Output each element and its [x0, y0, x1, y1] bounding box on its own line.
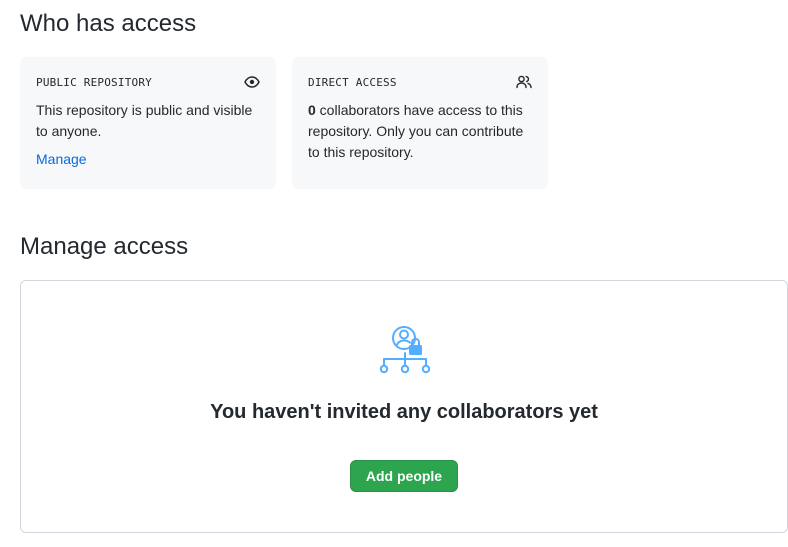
public-repository-description: This repository is public and visible to…	[36, 102, 253, 139]
people-icon	[516, 74, 532, 90]
manage-access-heading: Manage access	[20, 233, 189, 260]
who-has-access-heading: Who has access	[20, 10, 197, 37]
public-repository-card: PUBLIC REPOSITORY This repository is pub…	[20, 57, 276, 189]
eye-icon	[244, 74, 260, 90]
direct-access-card: DIRECT ACCESS 0 collaborators have acces…	[292, 57, 548, 189]
direct-access-text: collaborators have access to this reposi…	[308, 102, 524, 160]
collaborators-empty-state: You haven't invited any collaborators ye…	[20, 280, 788, 533]
direct-access-description: 0 collaborators have access to this repo…	[308, 100, 532, 163]
public-repository-label: PUBLIC REPOSITORY	[36, 75, 152, 89]
collaborator-count: 0	[308, 102, 316, 118]
add-people-button[interactable]: Add people	[350, 460, 458, 492]
collaborators-lock-icon	[375, 323, 435, 379]
empty-state-title: You haven't invited any collaborators ye…	[210, 401, 598, 423]
manage-link[interactable]: Manage	[36, 151, 87, 167]
direct-access-label: DIRECT ACCESS	[308, 75, 397, 89]
